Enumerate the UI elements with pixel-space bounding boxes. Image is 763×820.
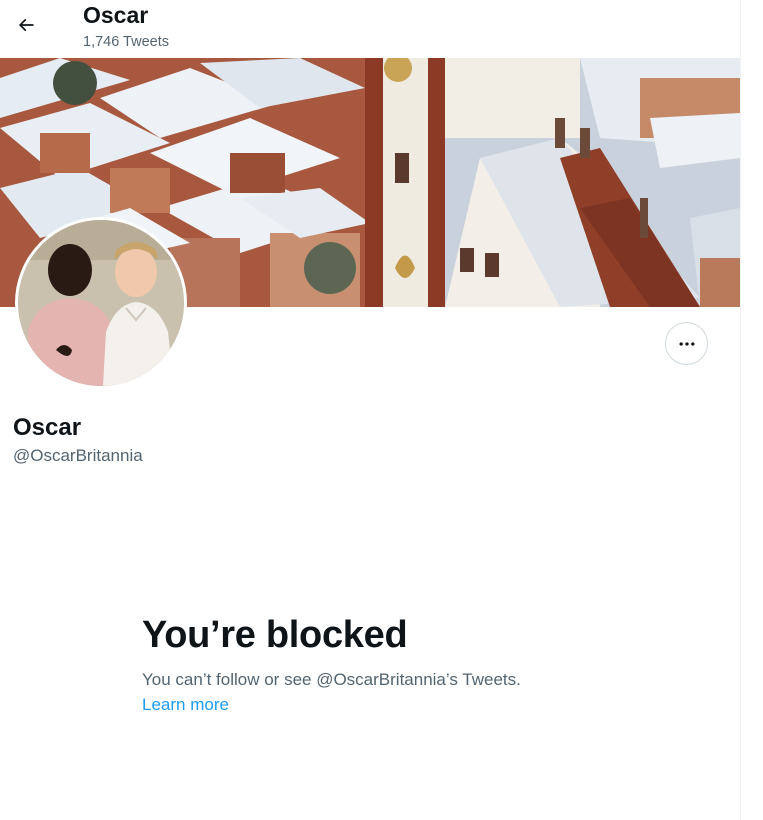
arrow-left-icon xyxy=(18,18,34,32)
tweet-count: 1,746 Tweets xyxy=(83,34,169,50)
back-button[interactable] xyxy=(9,8,43,42)
profile-column: Oscar 1,746 Tweets Oscar @OscarBritannia… xyxy=(0,0,741,820)
more-options-button[interactable] xyxy=(665,322,708,365)
blocked-message: You can’t follow or see @OscarBritannia’… xyxy=(142,670,521,689)
learn-more-link[interactable]: Learn more xyxy=(142,694,229,716)
avatar-photo xyxy=(18,220,184,386)
profile-header-bar: Oscar 1,746 Tweets xyxy=(0,0,740,58)
header-title: Oscar xyxy=(83,2,149,28)
blocked-title: You’re blocked xyxy=(142,614,408,656)
profile-avatar[interactable] xyxy=(15,217,187,389)
profile-display-name: Oscar xyxy=(13,414,82,441)
profile-handle: @OscarBritannia xyxy=(13,446,143,465)
ellipsis-icon xyxy=(679,341,694,346)
